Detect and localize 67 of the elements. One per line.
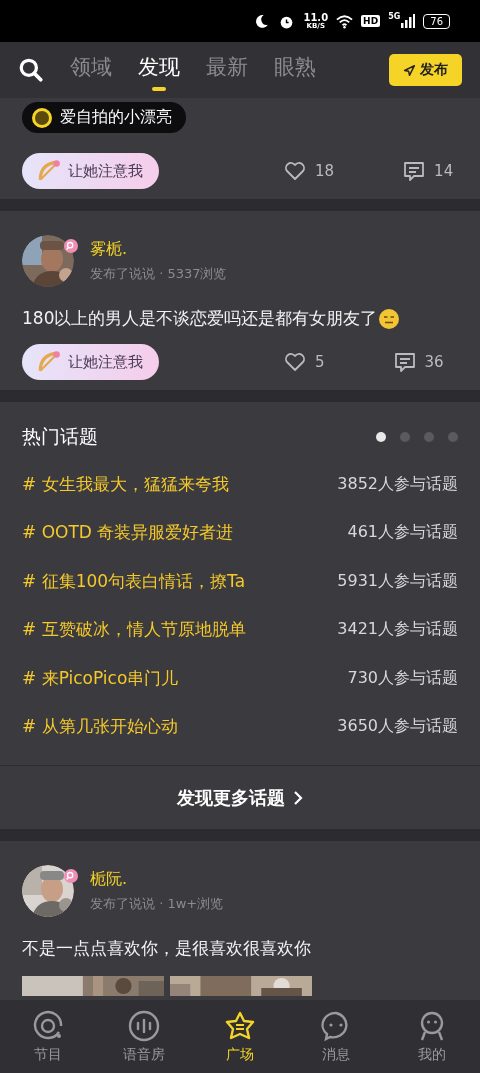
topic-name: # 从第几张开始心动: [22, 715, 178, 739]
topic-count: 461人参与话题: [347, 522, 458, 544]
nav-item[interactable]: 我的: [384, 1000, 480, 1073]
comment-count: 36: [424, 353, 444, 371]
page-dot[interactable]: [424, 432, 434, 442]
network-type: 5G: [388, 12, 401, 21]
topic-name: # 女生我最大，猛猛来夸我: [22, 472, 229, 496]
topic-row[interactable]: # 来PicoPico串门儿 730人参与话题: [22, 654, 458, 703]
author-name[interactable]: 栀阮.: [90, 869, 224, 890]
radio-target-icon: [32, 1009, 64, 1042]
page-dot[interactable]: [376, 432, 386, 442]
heart-icon[interactable]: [283, 350, 307, 374]
nav-tab[interactable]: 发现: [138, 49, 180, 91]
topic-row[interactable]: # 互赞破冰，情人节原地脱单 3421人参与话题: [22, 605, 458, 654]
topic-name: # OOTD 奇装异服爱好者进: [22, 521, 234, 545]
like-count: 18: [315, 162, 335, 180]
topic-count: 5931人参与话题: [337, 570, 458, 592]
chevron-right-icon: [293, 789, 303, 806]
nav-item[interactable]: 语音房: [96, 1000, 192, 1073]
attention-button[interactable]: 让她注意我: [22, 344, 159, 380]
nav-tab[interactable]: 眼熟: [274, 49, 316, 91]
topic-count: 3852人参与话题: [337, 473, 458, 495]
topic-count: 3421人参与话题: [337, 619, 458, 641]
send-icon: [403, 63, 416, 77]
tag-label: 爱自拍的小漂亮: [60, 107, 172, 128]
comment-icon[interactable]: [402, 159, 427, 183]
page-dot[interactable]: [448, 432, 458, 442]
post-meta: 发布了说说 · 5337浏览: [90, 265, 227, 283]
author-name[interactable]: 雾栀.: [90, 239, 227, 260]
topic-count: 3650人参与话题: [337, 716, 458, 738]
publish-button[interactable]: 发布: [389, 54, 462, 86]
nav-tab[interactable]: 最新: [206, 49, 248, 91]
page-dot[interactable]: [400, 432, 410, 442]
sound-wave-icon: [128, 1009, 160, 1042]
nav-item[interactable]: 广场: [192, 1000, 288, 1073]
topic-name: # 征集100句表白情话，撩Ta: [22, 569, 246, 593]
topic-count: 730人参与话题: [347, 667, 458, 689]
wifi-icon: [336, 12, 354, 30]
battery-level: 76: [423, 13, 450, 29]
section-title: 热门话题: [22, 424, 98, 449]
more-topics-link[interactable]: 发现更多话题: [0, 765, 480, 829]
heart-icon[interactable]: [283, 159, 307, 183]
post-text: 180以上的男人是不谈恋爱吗还是都有女朋友了: [22, 307, 378, 330]
signal-icon: [401, 14, 416, 28]
post-meta: 发布了说说 · 1w+浏览: [90, 895, 224, 913]
nav-item[interactable]: 节目: [0, 1000, 96, 1073]
like-count: 5: [315, 353, 325, 371]
star-icon: [224, 1009, 256, 1042]
post-text: 不是一点点喜欢你，是很喜欢很喜欢你: [22, 937, 311, 960]
topic-row[interactable]: # 从第几张开始心动 3650人参与话题: [22, 702, 458, 751]
attention-button[interactable]: 让她注意我: [22, 153, 159, 189]
nav-tab[interactable]: 领域: [70, 49, 112, 91]
hd-badge: HD: [361, 15, 381, 27]
topic-name: # 来PicoPico串门儿: [22, 666, 179, 690]
topic-row[interactable]: # 女生我最大，猛猛来夸我 3852人参与话题: [22, 460, 458, 509]
topic-name: # 互赞破冰，情人节原地脱单: [22, 618, 246, 642]
gender-badge-icon: [64, 239, 78, 253]
topic-tag[interactable]: 爱自拍的小漂亮: [22, 102, 186, 133]
nav-item[interactable]: 消息: [288, 1000, 384, 1073]
comment-icon[interactable]: [392, 350, 417, 374]
topic-row[interactable]: # 征集100句表白情话，撩Ta 5931人参与话题: [22, 557, 458, 606]
search-icon[interactable]: [18, 57, 44, 83]
dot-icon: [32, 107, 52, 128]
network-speed: 11.0: [303, 12, 329, 23]
comment-count: 14: [434, 162, 454, 180]
topic-row[interactable]: # OOTD 奇装异服爱好者进 461人参与话题: [22, 508, 458, 557]
gender-badge-icon: [64, 869, 78, 883]
